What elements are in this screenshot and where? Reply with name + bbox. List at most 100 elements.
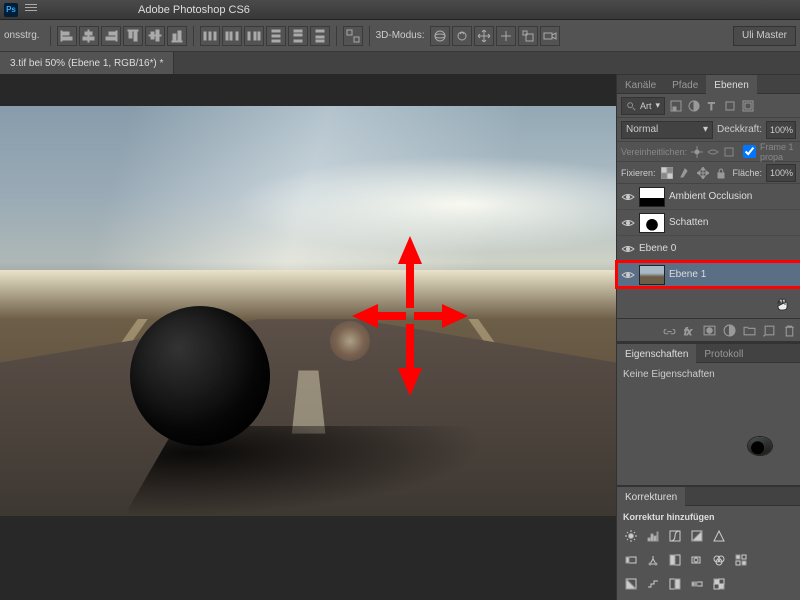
align-vcenter-button[interactable] [145, 26, 165, 46]
group-icon[interactable] [742, 323, 756, 337]
layer-thumbnail [639, 213, 665, 233]
3d-pan-button[interactable] [474, 26, 494, 46]
options-bar: onsstrg. 3D-Modus: Uli Master [0, 20, 800, 52]
gradientmap-icon[interactable] [689, 576, 705, 592]
sphere-object[interactable] [130, 306, 270, 446]
right-panels: Kanäle Pfade Ebenen Art ▾ T Normal ▾ Dec… [616, 74, 800, 600]
workspace-switcher[interactable]: Uli Master [733, 26, 796, 46]
3d-orbit-button[interactable] [430, 26, 450, 46]
cursor-grab-icon [774, 296, 790, 312]
tab-ebenen[interactable]: Ebenen [706, 75, 756, 95]
posterize-icon[interactable] [645, 576, 661, 592]
channelmixer-icon[interactable] [711, 552, 727, 568]
dist-v1-button[interactable] [266, 26, 286, 46]
layer-row[interactable]: Ebene 0 [617, 236, 800, 262]
levels-icon[interactable] [645, 528, 661, 544]
layer-row-selected[interactable]: Ebene 1 [617, 262, 800, 288]
svg-text:fx: fx [684, 326, 693, 336]
hue-icon[interactable] [623, 552, 639, 568]
lock-pixels-icon[interactable] [678, 166, 692, 180]
layer-row[interactable]: Schatten [617, 210, 800, 236]
unify-visibility-icon[interactable] [707, 145, 719, 159]
exposure-icon[interactable] [689, 528, 705, 544]
auto-align-button[interactable] [343, 26, 363, 46]
titlebar: Ps Adobe Photoshop CS6 [0, 0, 800, 20]
new-layer-icon[interactable] [762, 323, 776, 337]
unify-style-icon[interactable] [723, 145, 735, 159]
layer-filter-row: Art ▾ T [617, 94, 800, 118]
document-tab[interactable]: 3.tif bei 50% (Ebene 1, RGB/16*) * [0, 52, 174, 74]
dist-h1-button[interactable] [200, 26, 220, 46]
layer-name[interactable]: Ebene 0 [639, 243, 676, 254]
app-title: Adobe Photoshop CS6 [138, 4, 250, 16]
layer-row[interactable]: Ambient Occlusion [617, 184, 800, 210]
colorbalance-icon[interactable] [645, 552, 661, 568]
align-bottom-button[interactable] [167, 26, 187, 46]
chevron-down-icon: ▾ [656, 100, 661, 111]
filter-adjust-icon[interactable] [687, 99, 701, 113]
layer-style-icon[interactable]: fx [682, 323, 696, 337]
vibrance-icon[interactable] [711, 528, 727, 544]
lock-all-icon[interactable] [714, 166, 728, 180]
fill-input[interactable] [766, 164, 796, 182]
dist-h3-button[interactable] [244, 26, 264, 46]
lock-position-icon[interactable] [696, 166, 710, 180]
layer-name[interactable]: Schatten [669, 217, 708, 228]
lock-transparent-icon[interactable] [660, 166, 674, 180]
filter-pixel-icon[interactable] [669, 99, 683, 113]
unify-position-icon[interactable] [691, 145, 703, 159]
frame-label: Frame 1 propa [760, 142, 796, 162]
dist-h2-button[interactable] [222, 26, 242, 46]
canvas[interactable] [0, 106, 616, 516]
tab-pfade[interactable]: Pfade [664, 75, 706, 95]
invert-icon[interactable] [623, 576, 639, 592]
filter-shape-icon[interactable] [723, 99, 737, 113]
selectivecolor-icon[interactable] [711, 576, 727, 592]
adjustment-layer-icon[interactable] [722, 323, 736, 337]
layers-list: Ambient Occlusion Schatten Ebene 0 Ebene… [617, 184, 800, 288]
dist-v2-button[interactable] [288, 26, 308, 46]
3d-roll-button[interactable] [452, 26, 472, 46]
filter-smart-icon[interactable] [741, 99, 755, 113]
visibility-icon[interactable] [621, 242, 635, 256]
opacity-input[interactable] [766, 121, 796, 139]
tab-kanaele[interactable]: Kanäle [617, 75, 664, 95]
photofilter-icon[interactable] [689, 552, 705, 568]
threshold-icon[interactable] [667, 576, 683, 592]
adjustments-add-label: Korrektur hinzufügen [623, 510, 794, 524]
layer-thumbnail [747, 436, 773, 456]
delete-layer-icon[interactable] [782, 323, 796, 337]
brightness-icon[interactable] [623, 528, 639, 544]
filter-type-icon[interactable]: T [705, 99, 719, 113]
curves-icon[interactable] [667, 528, 683, 544]
colorlookup-icon[interactable] [733, 552, 749, 568]
layer-thumbnail [639, 187, 665, 207]
filter-type-dropdown[interactable]: Art ▾ [621, 97, 665, 115]
canvas-container[interactable] [0, 74, 616, 600]
align-right-button[interactable] [101, 26, 121, 46]
3d-camera-button[interactable] [540, 26, 560, 46]
align-top-button[interactable] [123, 26, 143, 46]
visibility-icon[interactable] [621, 216, 635, 230]
link-layers-icon[interactable] [662, 323, 676, 337]
blend-mode-dropdown[interactable]: Normal ▾ [621, 121, 713, 139]
visibility-icon[interactable] [621, 268, 635, 282]
tab-eigenschaften[interactable]: Eigenschaften [617, 344, 696, 364]
blend-mode-row: Normal ▾ Deckkraft: [617, 118, 800, 142]
tab-protokoll[interactable]: Protokoll [696, 344, 751, 364]
visibility-icon[interactable] [621, 190, 635, 204]
opacity-label: Deckkraft: [717, 124, 762, 135]
layer-name[interactable]: Ambient Occlusion [669, 191, 752, 202]
align-hcenter-button[interactable] [79, 26, 99, 46]
dist-v3-button[interactable] [310, 26, 330, 46]
3d-slide-button[interactable] [496, 26, 516, 46]
align-left-button[interactable] [57, 26, 77, 46]
layer-mask-icon[interactable] [702, 323, 716, 337]
3d-scale-button[interactable] [518, 26, 538, 46]
bw-icon[interactable] [667, 552, 683, 568]
layer-name[interactable]: Ebene 1 [669, 269, 706, 280]
separator [193, 26, 194, 46]
tab-korrekturen[interactable]: Korrekturen [617, 487, 685, 507]
unify-label: Vereinheitlichen: [621, 147, 687, 157]
frame-propagate-checkbox[interactable] [743, 145, 756, 158]
